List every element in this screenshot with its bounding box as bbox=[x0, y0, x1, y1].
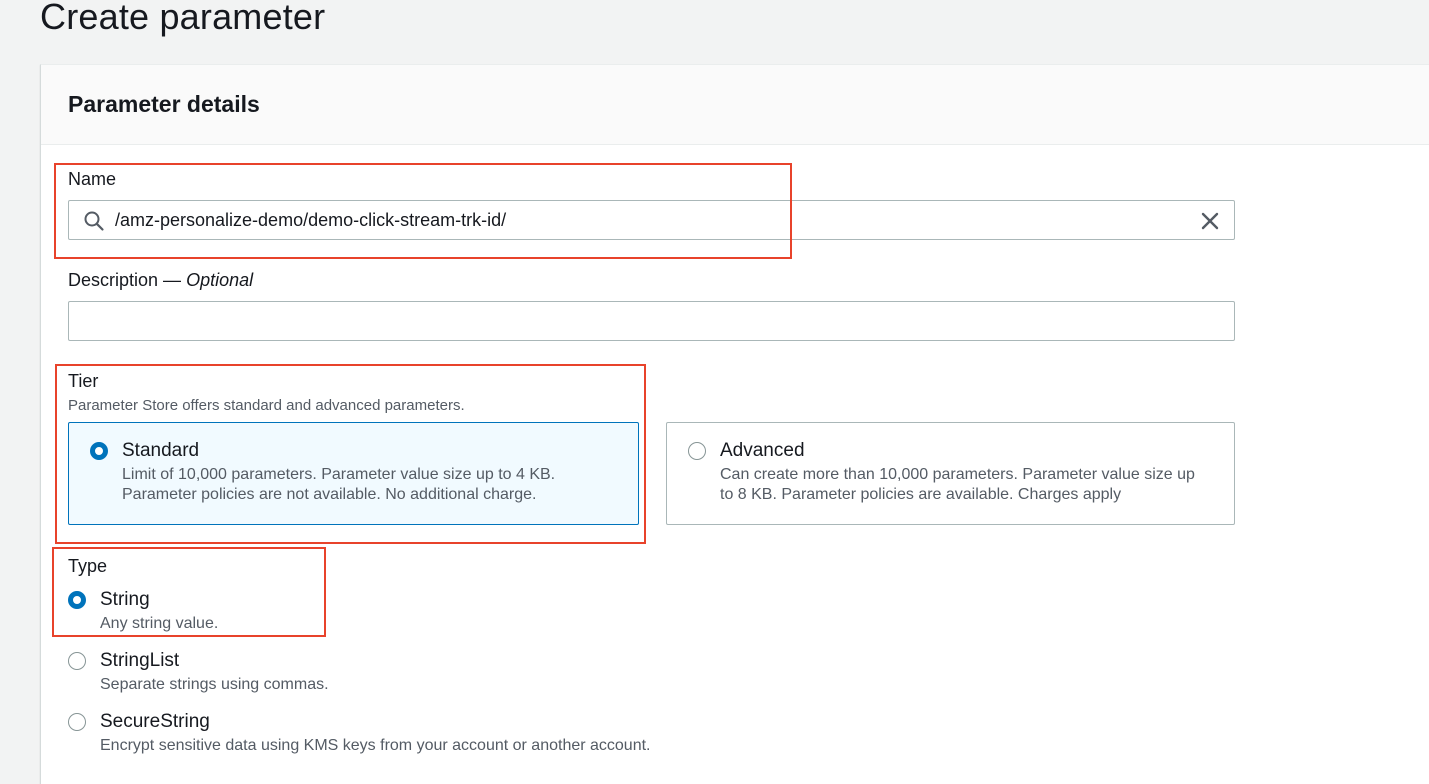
type-string-radio[interactable] bbox=[68, 591, 86, 609]
type-string-title[interactable]: String bbox=[100, 589, 150, 611]
page-title: Create parameter bbox=[40, 0, 326, 37]
tier-standard-desc-2: Parameter policies are not available. No… bbox=[122, 486, 537, 503]
tier-label: Tier bbox=[68, 371, 99, 391]
description-label: Description — Optional bbox=[68, 270, 253, 291]
tier-standard-desc-1: Limit of 10,000 parameters. Parameter va… bbox=[122, 466, 556, 483]
type-securestring-desc: Encrypt sensitive data using KMS keys fr… bbox=[100, 737, 651, 754]
close-icon[interactable] bbox=[1200, 211, 1220, 236]
tier-option-standard[interactable]: Standard Limit of 10,000 parameters. Par… bbox=[68, 422, 639, 525]
panel-title: Parameter details bbox=[68, 91, 260, 117]
tier-option-advanced[interactable]: Advanced Can create more than 10,000 par… bbox=[666, 422, 1235, 525]
name-label: Name bbox=[68, 169, 117, 189]
parameter-details-panel: Parameter details Name Description — Opt… bbox=[40, 64, 1429, 784]
type-stringlist-radio[interactable] bbox=[68, 652, 86, 670]
type-stringlist-title[interactable]: StringList bbox=[100, 650, 179, 672]
tier-standard-radio[interactable] bbox=[90, 442, 108, 460]
description-input[interactable] bbox=[68, 301, 1235, 341]
description-optional-label: Optional bbox=[186, 270, 254, 290]
tier-advanced-desc-1: Can create more than 10,000 parameters. … bbox=[720, 466, 1195, 483]
tier-advanced-title: Advanced bbox=[720, 440, 805, 461]
type-securestring-title[interactable]: SecureString bbox=[100, 711, 210, 733]
name-input[interactable] bbox=[115, 210, 1175, 231]
tier-standard-title: Standard bbox=[122, 440, 200, 461]
tier-hint: Parameter Store offers standard and adva… bbox=[68, 397, 465, 414]
name-input-box[interactable] bbox=[68, 200, 1235, 240]
description-input-field[interactable] bbox=[81, 311, 1141, 332]
tier-advanced-radio[interactable] bbox=[688, 442, 706, 460]
panel-header: Parameter details bbox=[41, 65, 1429, 145]
type-securestring-radio[interactable] bbox=[68, 713, 86, 731]
type-stringlist-desc: Separate strings using commas. bbox=[100, 676, 329, 693]
type-label: Type bbox=[68, 556, 108, 576]
tier-advanced-desc-2: to 8 KB. Parameter policies are availabl… bbox=[720, 486, 1122, 503]
type-string-desc: Any string value. bbox=[100, 615, 219, 632]
search-icon bbox=[83, 210, 105, 237]
description-label-text: Description — bbox=[68, 270, 182, 290]
